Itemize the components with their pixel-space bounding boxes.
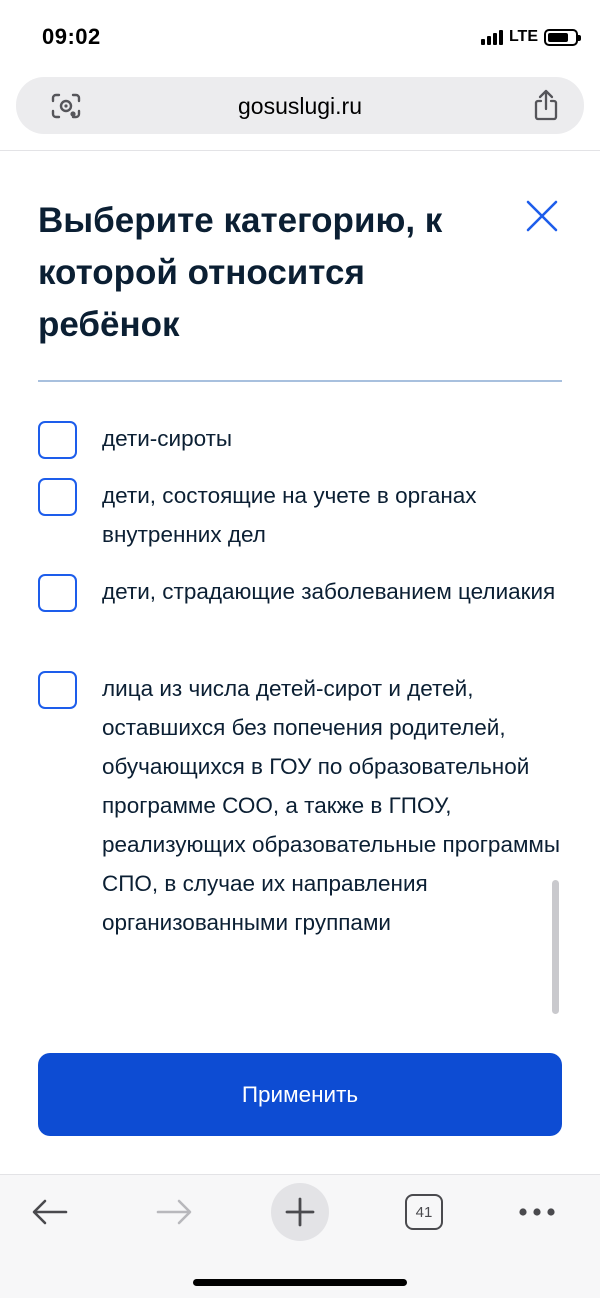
url-text[interactable]: gosuslugi.ru bbox=[16, 93, 584, 120]
forward-arrow-icon[interactable] bbox=[154, 1198, 194, 1226]
status-indicators: LTE bbox=[480, 26, 581, 48]
category-option[interactable]: дети, страдающие заболеванием целиакия bbox=[38, 572, 570, 612]
category-option[interactable]: дети, состоящие на учете в органах внутр… bbox=[38, 476, 570, 554]
checkbox[interactable] bbox=[38, 671, 77, 709]
home-indicator[interactable] bbox=[193, 1279, 407, 1286]
address-bar[interactable]: gosuslugi.ru bbox=[16, 77, 584, 134]
back-button[interactable] bbox=[28, 1190, 72, 1234]
tabs-button[interactable]: 41 bbox=[404, 1190, 444, 1234]
close-icon[interactable] bbox=[522, 196, 562, 236]
category-modal: Выберите категорию, к которой относится … bbox=[0, 151, 600, 1174]
tabs-icon[interactable]: 41 bbox=[405, 1194, 443, 1230]
modal-title: Выберите категорию, к которой относится … bbox=[38, 201, 443, 344]
scrollbar[interactable] bbox=[552, 880, 559, 1014]
option-label: дети, состоящие на учете в органах внутр… bbox=[102, 483, 477, 547]
option-label: дети, страдающие заболеванием целиакия bbox=[102, 579, 556, 604]
title-divider bbox=[38, 380, 562, 382]
forward-button[interactable] bbox=[152, 1190, 196, 1234]
tabs-count: 41 bbox=[415, 1203, 433, 1221]
new-tab-button[interactable] bbox=[271, 1183, 329, 1241]
more-icon[interactable] bbox=[518, 1207, 556, 1217]
option-label: дети-сироты bbox=[102, 426, 233, 451]
back-arrow-icon[interactable] bbox=[30, 1198, 70, 1226]
signal-icon bbox=[480, 29, 503, 45]
battery-icon bbox=[544, 28, 581, 46]
category-option[interactable]: лица из числа детей-сирот и детей, остав… bbox=[38, 669, 570, 942]
checkbox[interactable] bbox=[38, 478, 77, 516]
status-bar: 09:02 LTE bbox=[0, 0, 600, 72]
apply-button[interactable]: Применить bbox=[38, 1053, 562, 1136]
option-label: лица из числа детей-сирот и детей, остав… bbox=[102, 676, 561, 935]
plus-icon[interactable] bbox=[285, 1197, 315, 1227]
more-button[interactable] bbox=[515, 1190, 559, 1234]
checkbox[interactable] bbox=[38, 421, 77, 459]
checkbox[interactable] bbox=[38, 574, 77, 612]
browser-toolbar: 41 bbox=[0, 1174, 600, 1298]
network-type: LTE bbox=[508, 28, 538, 45]
category-option[interactable]: дети-сироты bbox=[38, 419, 570, 459]
status-time: 09:02 bbox=[42, 24, 101, 49]
share-icon[interactable] bbox=[532, 88, 560, 122]
